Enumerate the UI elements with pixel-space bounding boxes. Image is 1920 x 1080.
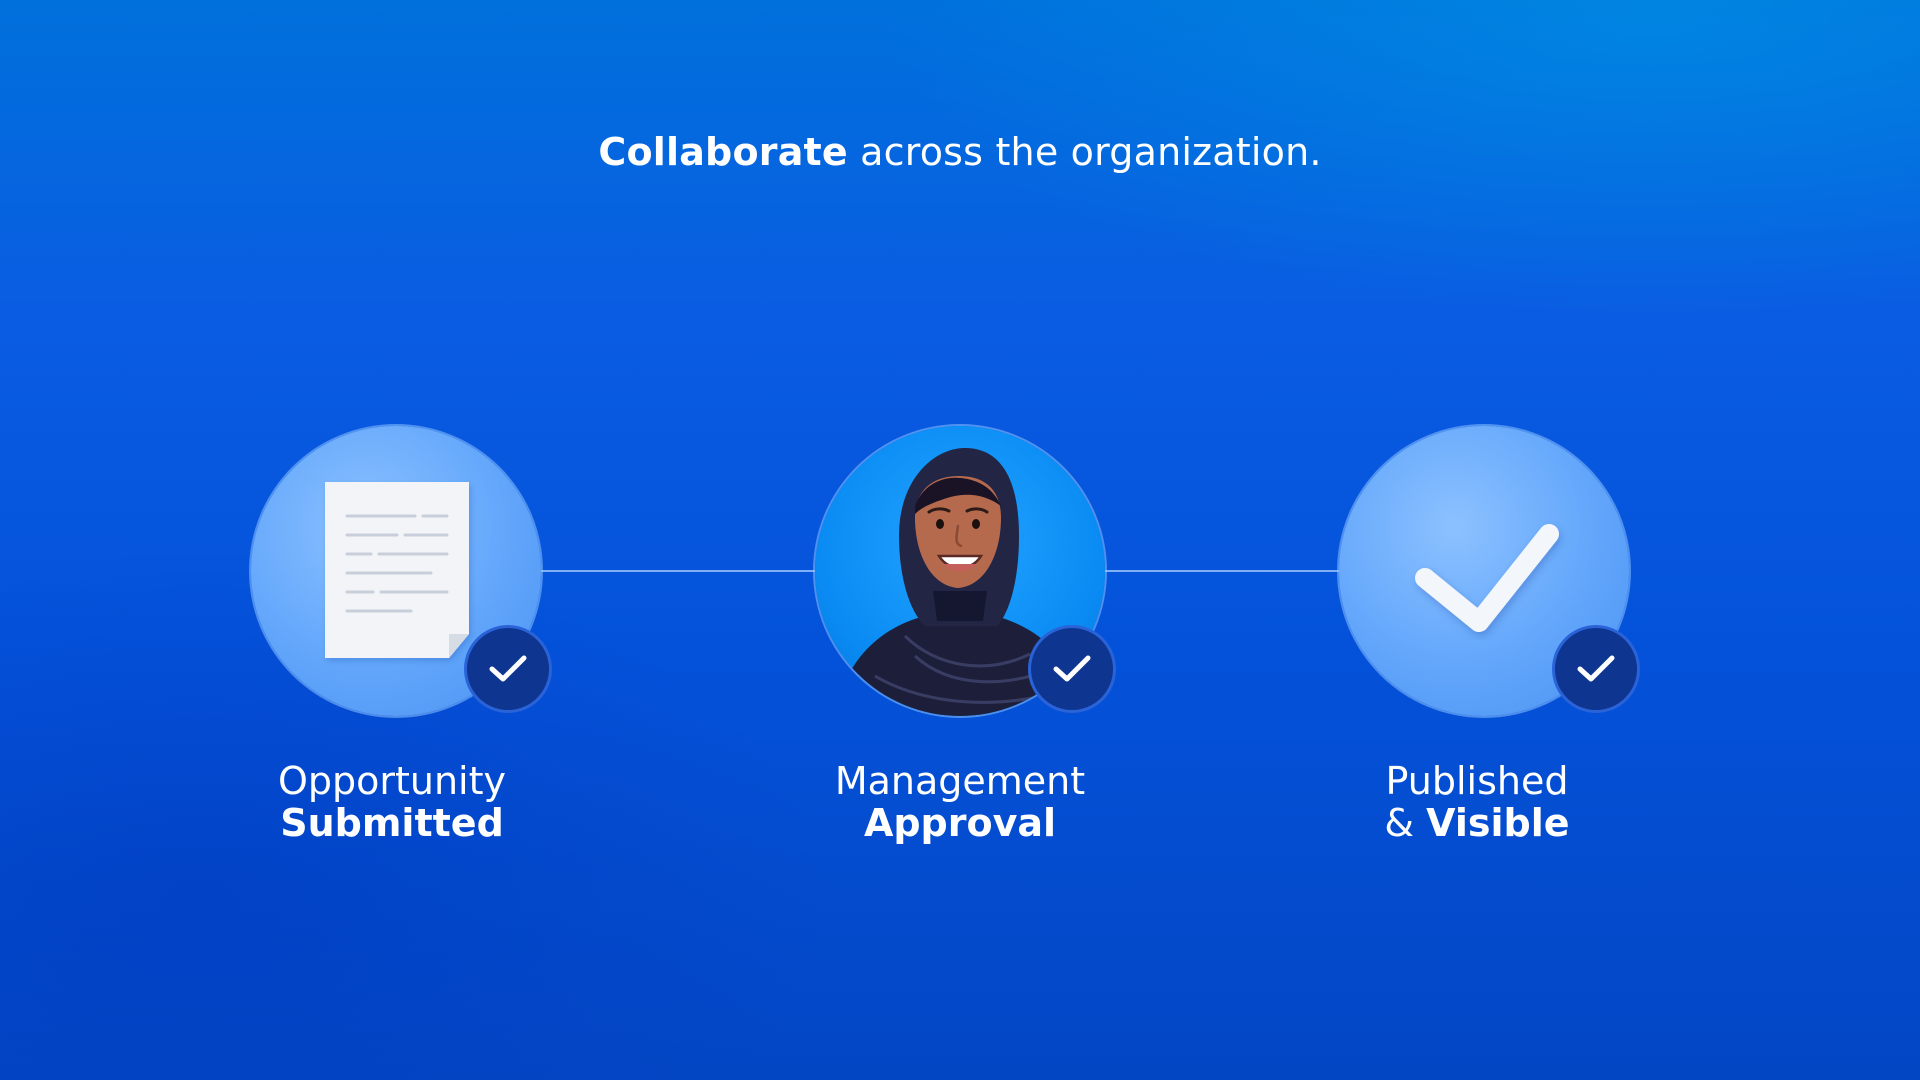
page-title: Collaborate across the organization. — [0, 130, 1920, 174]
check-icon — [1577, 655, 1615, 682]
step-published-visible — [1339, 426, 1637, 716]
step-label-3: Published & Visible — [1384, 759, 1570, 845]
check-badge — [1555, 628, 1637, 710]
check-badge — [467, 628, 549, 710]
connector-line-1 — [541, 570, 815, 572]
headline-bold: Collaborate — [598, 130, 848, 174]
step-label-2: Management Approval — [834, 759, 1086, 845]
step-label-1: Opportunity Submitted — [277, 759, 507, 845]
step-management-approval — [815, 426, 1113, 716]
check-badge — [1031, 628, 1113, 710]
headline-rest: across the organization. — [847, 130, 1322, 174]
connector-line-2 — [1105, 570, 1339, 572]
step-opportunity-submitted — [251, 426, 549, 716]
check-icon — [1053, 655, 1091, 682]
check-icon — [489, 655, 527, 682]
